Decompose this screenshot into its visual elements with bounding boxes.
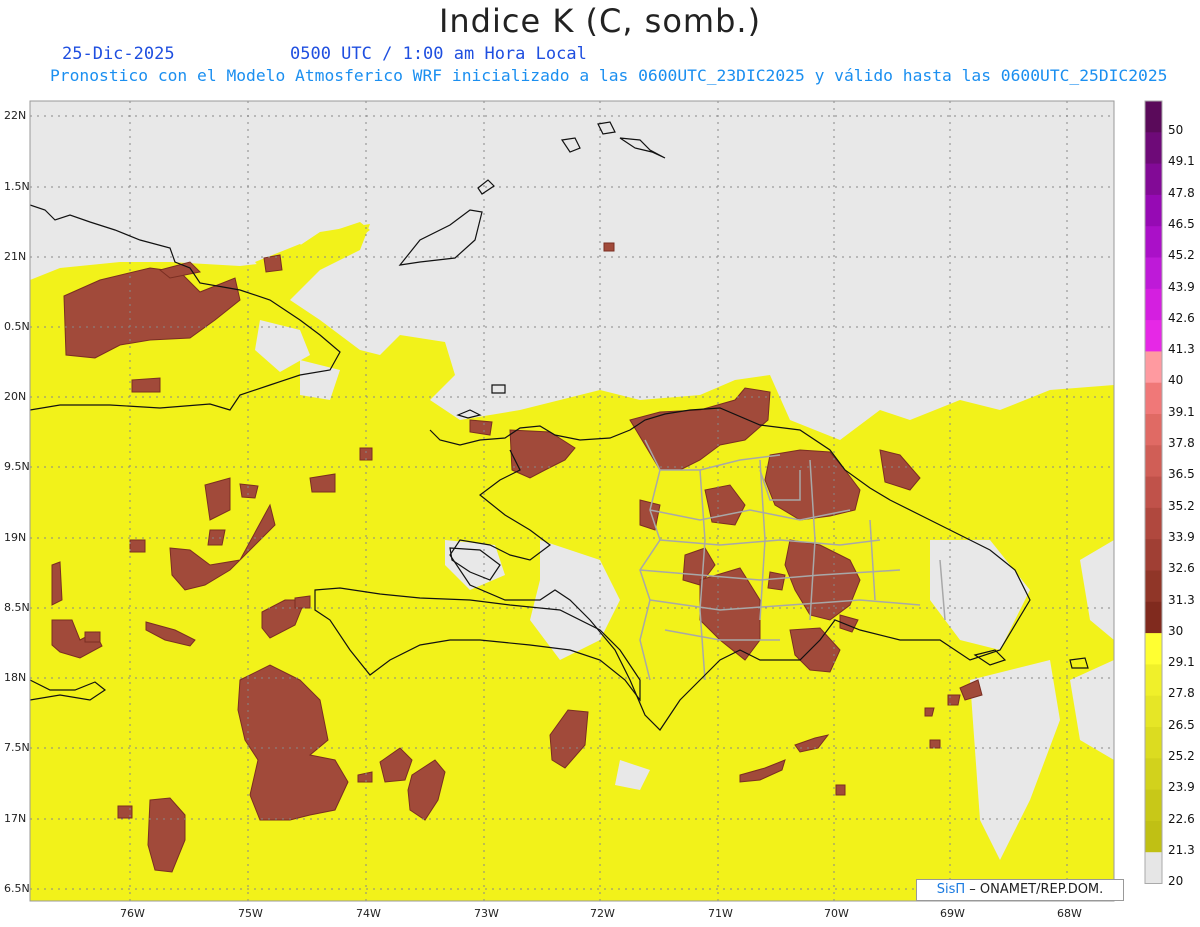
- credit-box: SisΠ – ONAMET/REP.DOM.: [916, 879, 1124, 901]
- colorbar-swatch: [1145, 445, 1162, 478]
- colorbar-swatch: [1145, 226, 1162, 258]
- colorbar-label: 46.5: [1168, 216, 1195, 231]
- colorbar-swatch: [1145, 507, 1162, 540]
- colorbar-swatch: [1145, 288, 1162, 321]
- colorbar-label: 40: [1168, 373, 1184, 388]
- lon-label: 69W: [940, 907, 965, 920]
- colorbar-label: 25.2: [1168, 749, 1195, 763]
- colorbar-label: 47.8: [1168, 185, 1195, 200]
- colorbar-label: 22.6: [1168, 811, 1195, 826]
- colorbar-label: 32.6: [1168, 561, 1195, 576]
- credit-text: – ONAMET/REP.DOM.: [969, 882, 1104, 897]
- colorbar-label: 49.1: [1168, 154, 1195, 169]
- lat-label: 8.5N: [4, 601, 30, 614]
- colorbar-swatch: [1145, 382, 1162, 415]
- lon-label: 74W: [356, 907, 381, 920]
- colorbar-swatch: [1145, 633, 1162, 665]
- colorbar-label: 20: [1168, 874, 1184, 889]
- lon-label: 76W: [120, 907, 145, 920]
- colorbar-swatch: [1145, 758, 1162, 791]
- colorbar-label: 30: [1168, 623, 1184, 638]
- lon-label: 72W: [590, 907, 615, 920]
- colorbar-swatch: [1145, 695, 1162, 728]
- colorbar: [1144, 100, 1163, 884]
- lat-label: 1.5N: [4, 180, 30, 193]
- colorbar-swatch: [1145, 852, 1162, 884]
- colorbar-label: 31.3: [1168, 592, 1195, 607]
- colorbar-swatch: [1145, 132, 1162, 165]
- colorbar-swatch: [1145, 539, 1162, 571]
- colorbar-label: 23.9: [1168, 780, 1195, 795]
- lat-label: 7.5N: [4, 741, 30, 754]
- colorbar-swatch: [1145, 194, 1162, 227]
- colorbar-label: 42.6: [1168, 310, 1195, 325]
- lat-label: 9.5N: [4, 460, 30, 473]
- colorbar-label: 21.3: [1168, 842, 1195, 857]
- colorbar-swatch: [1145, 601, 1162, 634]
- lat-label: 18N: [4, 671, 27, 684]
- colorbar-label: 39.1: [1168, 404, 1195, 419]
- colorbar-swatch: [1145, 664, 1162, 697]
- colorbar-swatch: [1145, 163, 1162, 196]
- lat-label: 6.5N: [4, 882, 30, 895]
- colorbar-label: 41.3: [1168, 342, 1195, 357]
- colorbar-swatch: [1145, 101, 1162, 133]
- colorbar-swatch: [1145, 727, 1162, 759]
- colorbar-label: 50: [1168, 123, 1184, 137]
- lat-label: 22N: [4, 109, 27, 122]
- lat-label: 21N: [4, 250, 27, 263]
- colorbar-swatch: [1145, 820, 1162, 853]
- colorbar-swatch: [1145, 351, 1162, 384]
- sispi-logo: SisΠ: [936, 882, 966, 897]
- colorbar-label: 33.9: [1168, 529, 1195, 544]
- lat-label: 19N: [4, 531, 27, 544]
- lon-label: 71W: [708, 907, 733, 920]
- lat-label: 20N: [4, 390, 27, 403]
- colorbar-swatch: [1145, 320, 1162, 352]
- lon-label: 73W: [474, 907, 499, 920]
- k-index-map: [29, 100, 1163, 902]
- colorbar-label: 36.5: [1168, 467, 1195, 482]
- lon-label: 68W: [1057, 907, 1082, 920]
- colorbar-label: 35.2: [1168, 498, 1195, 513]
- colorbar-swatch: [1145, 476, 1162, 509]
- colorbar-swatch: [1145, 789, 1162, 822]
- colorbar-label: 26.5: [1168, 717, 1195, 732]
- colorbar-swatch: [1145, 570, 1162, 603]
- colorbar-label: 37.8: [1168, 436, 1195, 450]
- lat-label: 17N: [4, 812, 27, 825]
- lon-label: 70W: [824, 907, 849, 920]
- lat-label: 0.5N: [4, 320, 30, 333]
- colorbar-swatch: [1145, 257, 1162, 290]
- colorbar-label: 29.1: [1168, 655, 1195, 670]
- colorbar-swatch: [1145, 414, 1162, 446]
- colorbar-label: 27.8: [1168, 686, 1195, 701]
- colorbar-label: 45.2: [1168, 248, 1195, 263]
- colorbar-label: 43.9: [1168, 279, 1195, 294]
- lon-label: 75W: [238, 907, 263, 920]
